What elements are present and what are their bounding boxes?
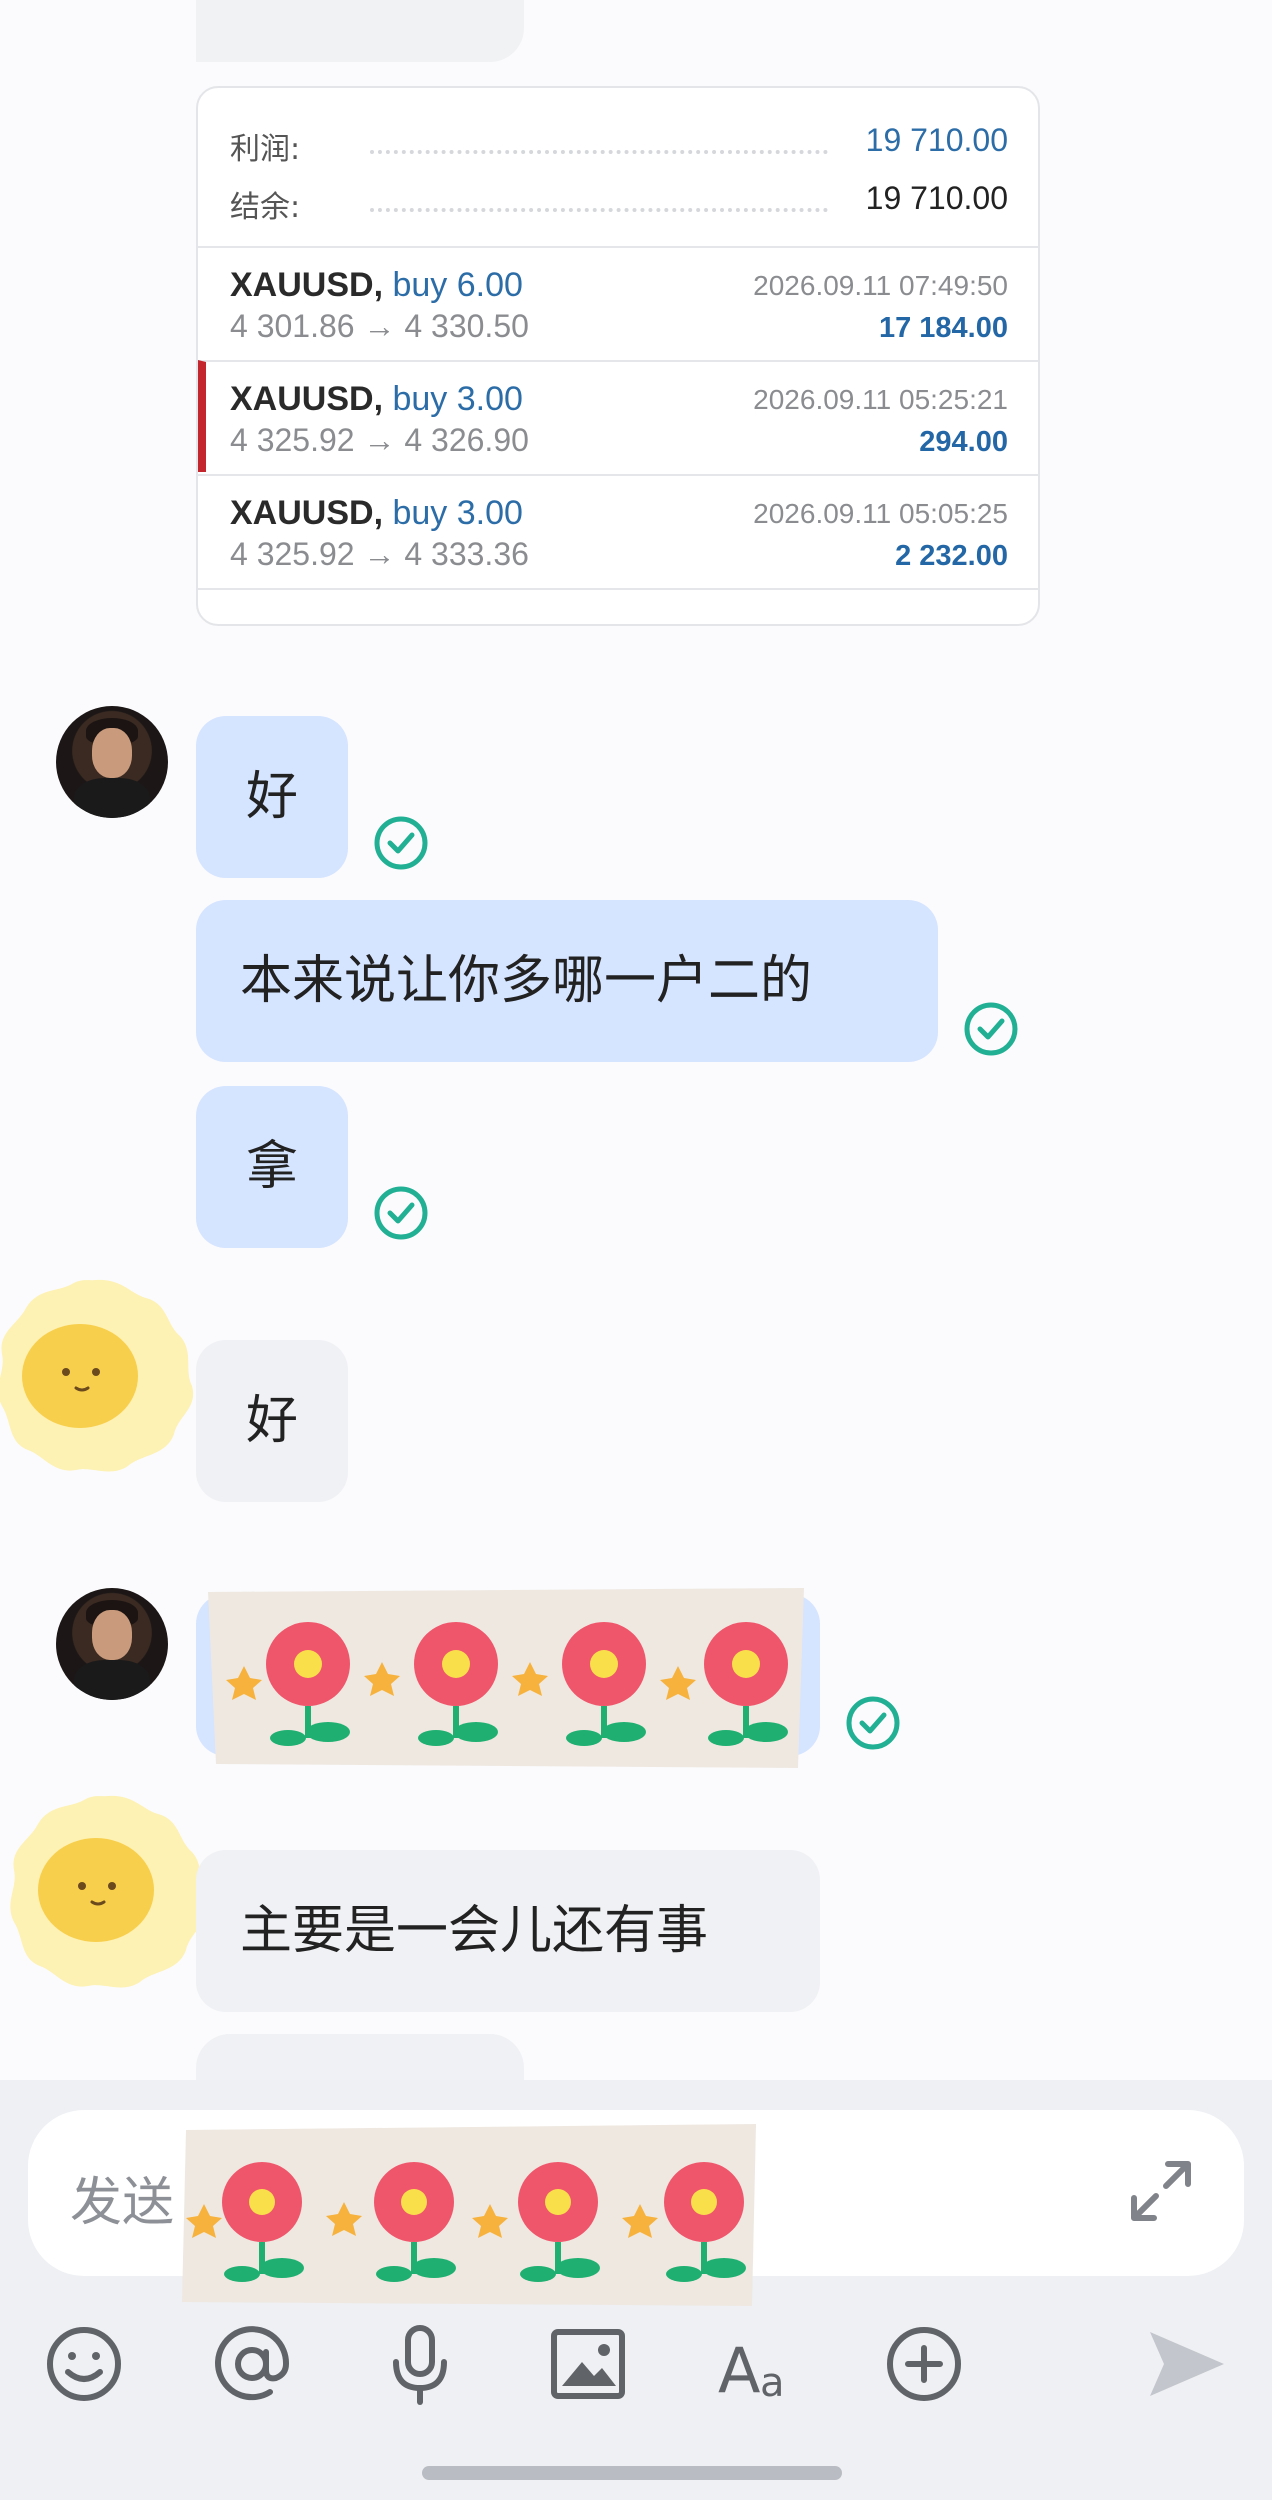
svg-text:A: A	[718, 2334, 760, 2406]
trade-time: 2026.09.11 05:25:21	[753, 384, 1008, 415]
message-text: 好	[245, 767, 298, 827]
fluffy-avatar[interactable]	[8, 1790, 208, 1990]
trade-row: XAUUSD, buy 3.00 4 325.92 → 4 333.36 202…	[198, 474, 1038, 588]
send-icon[interactable]	[1144, 2322, 1228, 2406]
dotted-leader	[370, 150, 828, 154]
symbol-text: XAUUSD,	[230, 380, 384, 418]
trade-row: XAUUSD, buy 3.00 4 325.92 → 4 326.90 202…	[198, 360, 1038, 472]
fluffy-avatar[interactable]	[0, 1274, 196, 1474]
trade-symbol: XAUUSD, buy 6.00	[230, 266, 523, 305]
avatar-body	[74, 1660, 150, 1700]
text-format-icon[interactable]: A a	[714, 2322, 798, 2406]
read-check-icon	[374, 816, 428, 870]
trade-time: 2026.09.11 07:49:50	[753, 270, 1008, 301]
message-text: 主要是一会儿还有事	[240, 1901, 709, 1961]
message-text: 好	[245, 1391, 298, 1451]
summary-row-profit: 利润: 19 710.00	[198, 116, 1038, 172]
trade-prices: 4 325.92 → 4 326.90	[230, 422, 529, 458]
read-check-icon	[964, 1002, 1018, 1056]
card-divider	[198, 588, 1038, 590]
add-icon[interactable]	[882, 2322, 966, 2406]
previous-message-bubble	[196, 0, 524, 62]
summary-value: 19 710.00	[865, 122, 1008, 158]
sticker-preview[interactable]	[182, 2124, 762, 2308]
message-bubble[interactable]: 好	[196, 1340, 348, 1502]
trade-side: buy 6.00	[392, 266, 523, 304]
emoji-icon[interactable]	[42, 2322, 126, 2406]
trade-profit: 17 184.00	[878, 312, 1008, 344]
trade-profit: 2 232.00	[895, 540, 1008, 572]
trade-report-image[interactable]: 利润: 19 710.00 结余: 19 710.00 XAUUSD, buy …	[196, 86, 1040, 626]
message-bubble[interactable]: 本来说让你多哪一户二的	[196, 900, 938, 1062]
sticker-bubble[interactable]	[196, 1588, 820, 1768]
message-bubble[interactable]: 拿	[196, 1086, 348, 1248]
message-bubble[interactable]: 好	[196, 716, 348, 878]
trade-row: XAUUSD, buy 6.00 4 301.86 → 4 330.50 202…	[198, 246, 1038, 360]
microphone-icon[interactable]	[378, 2322, 462, 2406]
contact-avatar[interactable]	[56, 706, 168, 818]
symbol-text: XAUUSD,	[230, 494, 384, 532]
avatar-face	[92, 728, 132, 778]
symbol-text: XAUUSD,	[230, 266, 384, 304]
trade-symbol: XAUUSD, buy 3.00	[230, 494, 523, 533]
avatar-face	[92, 1610, 132, 1660]
message-text: 拿	[245, 1137, 298, 1197]
trade-profit: 294.00	[919, 426, 1008, 458]
trade-prices: 4 325.92 → 4 333.36	[230, 536, 529, 572]
flower-sticker	[208, 1588, 804, 1768]
mention-icon[interactable]	[210, 2322, 294, 2406]
input-placeholder: 发送	[70, 2173, 175, 2233]
expand-icon[interactable]	[1126, 2156, 1196, 2226]
summary-value: 19 710.00	[865, 180, 1008, 216]
svg-text:a: a	[760, 2360, 785, 2406]
trade-time: 2026.09.11 05:05:25	[753, 498, 1008, 529]
trade-side: buy 3.00	[392, 380, 523, 418]
summary-label: 利润:	[230, 132, 301, 167]
image-icon[interactable]	[546, 2322, 630, 2406]
summary-row-balance: 结余: 19 710.00	[198, 174, 1038, 230]
trade-prices: 4 301.86 → 4 330.50	[230, 308, 529, 344]
read-check-icon	[846, 1696, 900, 1750]
read-check-icon	[374, 1186, 428, 1240]
dotted-leader	[370, 208, 828, 212]
home-indicator	[422, 2466, 842, 2480]
trade-side: buy 3.00	[392, 494, 523, 532]
contact-avatar[interactable]	[56, 1588, 168, 1700]
message-bubble[interactable]: 主要是一会儿还有事	[196, 1850, 820, 2012]
avatar-body	[74, 778, 150, 818]
message-text: 本来说让你多哪一户二的	[240, 951, 813, 1011]
summary-label: 结余:	[230, 190, 301, 225]
trade-symbol: XAUUSD, buy 3.00	[230, 380, 523, 419]
